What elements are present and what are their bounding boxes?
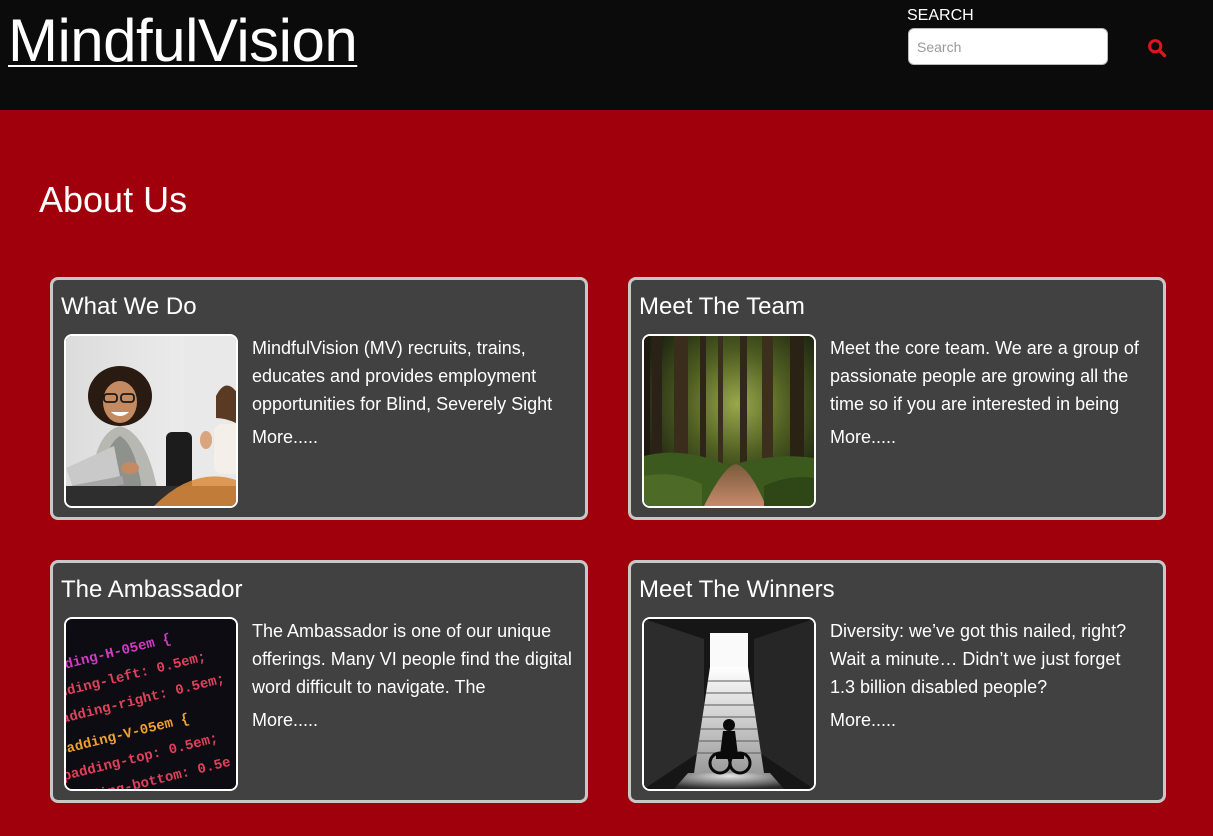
card-description: MindfulVision (MV) recruits, trains, edu… [252,338,553,414]
more-link[interactable]: More..... [252,425,318,449]
card-title: The Ambassador [61,576,243,603]
search-input[interactable] [908,28,1108,65]
site-header: MindfulVision SEARCH [0,0,1213,110]
card-the-ambassador: The Ambassador adding-H-05em { adding-le… [50,560,588,803]
card-description: Meet the core team. We are a group of pa… [830,338,1139,414]
wheelchair-stairs-photo[interactable] [642,617,816,791]
card-title: Meet The Winners [639,576,835,603]
site-logo-link[interactable]: MindfulVision [8,6,358,76]
more-link[interactable]: More..... [830,425,896,449]
card-meet-the-winners: Meet The Winners Diversity: we’ve got th… [628,560,1166,803]
page-title: About Us [39,179,188,220]
card-title: What We Do [61,293,197,320]
card-title: Meet The Team [639,293,805,320]
card-description: Diversity: we’ve got this nailed, right?… [830,621,1127,697]
more-link[interactable]: More..... [830,708,896,732]
search-button[interactable] [1142,34,1172,62]
search-icon [1148,39,1167,58]
card-meet-the-team: Meet The Team Meet the core team. We are… [628,277,1166,520]
forest-path-photo[interactable] [642,334,816,508]
more-link[interactable]: More..... [252,708,318,732]
card-description: The Ambassador is one of our unique offe… [252,621,572,697]
office-meeting-photo[interactable] [64,334,238,508]
code-screen-photo[interactable]: adding-H-05em { adding-left: 0.5em; padd… [64,617,238,791]
search-label: SEARCH [907,7,974,24]
card-what-we-do: What We Do MindfulVision (MV) recruits, … [50,277,588,520]
